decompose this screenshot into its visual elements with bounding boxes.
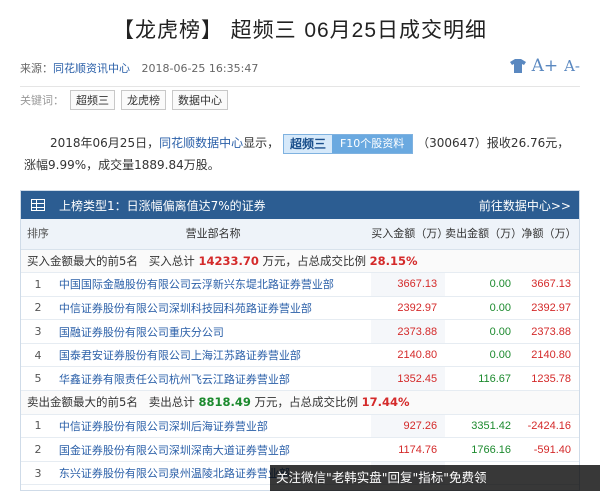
col-net: 净额（万）: [519, 219, 579, 250]
summary-text: 显示，: [243, 136, 280, 150]
publish-time: 2018-06-25 16:35:47: [141, 62, 259, 75]
col-buy: 买入金额（万）: [371, 219, 448, 250]
summary-total-label: 买入总计: [148, 253, 195, 268]
col-sell: 卖出金额（万）: [445, 219, 522, 250]
dept-link[interactable]: 国泰君安证券股份有限公司上海江苏路证券营业部: [54, 343, 372, 368]
sell-amount: 0.00: [445, 272, 520, 297]
watermark-banner: 关注微信"老韩实盘"回复"指标"免费领: [270, 465, 600, 491]
sell-amount: 0.00: [445, 296, 520, 321]
summary-unit: 万元，占总成交比例: [254, 395, 359, 410]
data-center-link[interactable]: 同花顺数据中心: [159, 136, 243, 150]
article-meta: 来源：同花顺资讯中心 2018-06-25 16:35:47 A+ A-: [20, 56, 580, 80]
dept-link[interactable]: 国融证券股份有限公司重庆分公司: [54, 319, 372, 344]
panel-header-bar: 上榜类型1：日涨幅偏离值达7%的证券 前往数据中心>>: [21, 191, 579, 219]
row-rank: 1: [21, 272, 55, 297]
summary-text: 2018年06月25日，: [50, 136, 160, 150]
table-row: 4 国泰君安证券股份有限公司上海江苏路证券营业部 2140.80 0.00 2140.8…: [21, 343, 579, 368]
shirt-icon[interactable]: [509, 59, 526, 73]
summary-total: 14233.70: [198, 253, 259, 268]
sell-amount: 0.00: [445, 343, 520, 368]
row-rank: 2: [21, 437, 55, 462]
row-rank: 5: [21, 366, 55, 392]
summary-line2: 涨幅9.99%，成交量1889.84万股。: [24, 158, 220, 172]
keyword-tag[interactable]: 超频三: [70, 90, 115, 110]
table-row: 5 华鑫证券有限责任公司杭州飞云江路证券营业部 1352.45 116.67 1235.…: [21, 366, 579, 392]
sell-amount: 1766.16: [445, 437, 520, 462]
table-icon: [31, 199, 45, 211]
summary-paragraph: 2018年06月25日，同花顺数据中心显示， 超频三 F10个股资料 （3006…: [24, 132, 584, 176]
dragon-tiger-panel: 上榜类型1：日涨幅偏离值达7%的证券 前往数据中心>> 排序 营业部名称 买入金…: [20, 190, 580, 491]
dept-link[interactable]: 中国国际金融股份有限公司云浮新兴东堤北路证券营业部: [54, 272, 372, 297]
row-rank: 3: [21, 319, 55, 344]
summary-cell: 卖出金额最大的前5名 卖出总计 8818.49 万元，占总成交比例 17.44%: [21, 390, 579, 415]
net-amount: 3667.13: [519, 272, 579, 297]
sell-amount: 116.67: [445, 366, 520, 392]
keywords-label: 关键词：: [20, 94, 64, 107]
col-dept: 营业部名称: [54, 219, 372, 250]
summary-text: （300647）报收26.76元，: [417, 136, 570, 150]
table-row: 1 中国国际金融股份有限公司云浮新兴东堤北路证券营业部 3667.13 0.00 366…: [21, 272, 579, 297]
title-bracket: 【龙虎榜】: [112, 18, 223, 42]
net-amount: -2424.16: [519, 414, 579, 439]
summary-ratio: 28.15%: [369, 253, 418, 268]
table-row: 2 中信证券股份有限公司深圳科技园科苑路证券营业部 2392.97 0.00 2392.…: [21, 296, 579, 321]
summary-label: 卖出金额最大的前5名: [27, 395, 138, 410]
sell-amount: 3351.42: [445, 414, 520, 439]
font-tools: A+ A-: [509, 56, 580, 76]
summary-cell: 买入金额最大的前5名 买入总计 14233.70 万元，占总成交比例 28.15…: [21, 249, 579, 274]
buy-amount: 1174.76: [371, 437, 446, 462]
keywords-bar: 关键词： 超频三 龙虎榜 数据中心: [20, 90, 228, 110]
dept-link[interactable]: 华鑫证券有限责任公司杭州飞云江路证券营业部: [54, 366, 372, 392]
net-amount: 2140.80: [519, 343, 579, 368]
row-rank: 2: [21, 296, 55, 321]
buy-amount: 1352.45: [371, 366, 446, 392]
dept-link[interactable]: 中信证券股份有限公司深圳科技园科苑路证券营业部: [54, 296, 372, 321]
title-date: 06月25日成交明细: [304, 19, 488, 42]
col-rank: 排序: [21, 219, 55, 250]
row-rank: 1: [21, 414, 55, 439]
font-decrease-button[interactable]: A-: [564, 57, 580, 75]
stock-name-link[interactable]: 超频三: [283, 134, 332, 153]
net-amount: -591.40: [519, 437, 579, 462]
dept-link[interactable]: 中信证券股份有限公司深圳后海证券营业部: [54, 414, 372, 439]
summary-row: 买入金额最大的前5名 买入总计 14233.70 万元，占总成交比例 28.15…: [21, 249, 579, 274]
net-amount: 1235.78: [519, 366, 579, 392]
buy-amount: 2392.97: [371, 296, 446, 321]
source-link[interactable]: 同花顺资讯中心: [53, 62, 130, 75]
summary-row: 卖出金额最大的前5名 卖出总计 8818.49 万元，占总成交比例 17.44%: [21, 390, 579, 415]
f10-link[interactable]: F10个股资料: [331, 134, 413, 153]
stock-box[interactable]: 超频三 F10个股资料: [282, 133, 414, 154]
table-row: 2 国金证券股份有限公司深圳深南大道证券营业部 1174.76 1766.16 -591…: [21, 437, 579, 462]
net-amount: 2392.97: [519, 296, 579, 321]
source-label: 来源：: [20, 62, 53, 75]
article-title: 【龙虎榜】 超频三 06月25日成交明细: [0, 14, 600, 44]
title-stock: 超频三: [230, 18, 297, 42]
keyword-tag[interactable]: 数据中心: [172, 90, 228, 110]
keyword-tag[interactable]: 龙虎榜: [121, 90, 166, 110]
list-type-label: 上榜类型1：日涨幅偏离值达7%的证券: [59, 198, 266, 213]
buy-amount: 2373.88: [371, 319, 446, 344]
row-rank: 3: [21, 461, 55, 486]
row-rank: 4: [21, 343, 55, 368]
summary-total: 8818.49: [198, 395, 251, 410]
sell-amount: 0.00: [445, 319, 520, 344]
buy-amount: 3667.13: [371, 272, 446, 297]
meta-divider: [20, 86, 580, 87]
buy-amount: 2140.80: [371, 343, 446, 368]
trade-table: 排序 营业部名称 买入金额（万） 卖出金额（万） 净额（万） 买入金额最大的前5…: [21, 219, 579, 486]
table-row: 1 中信证券股份有限公司深圳后海证券营业部 927.26 3351.42 -2424.1…: [21, 414, 579, 439]
net-amount: 2373.88: [519, 319, 579, 344]
summary-label: 买入金额最大的前5名: [27, 253, 138, 268]
data-center-more-link[interactable]: 前往数据中心>>: [479, 197, 571, 214]
table-row: 3 国融证券股份有限公司重庆分公司 2373.88 0.00 2373.88: [21, 319, 579, 344]
summary-total-label: 卖出总计: [148, 395, 195, 410]
font-increase-button[interactable]: A+: [532, 56, 559, 76]
dept-link[interactable]: 国金证券股份有限公司深圳深南大道证券营业部: [54, 437, 372, 462]
summary-unit: 万元，占总成交比例: [262, 253, 367, 268]
summary-ratio: 17.44%: [361, 395, 410, 410]
buy-amount: 927.26: [371, 414, 446, 439]
